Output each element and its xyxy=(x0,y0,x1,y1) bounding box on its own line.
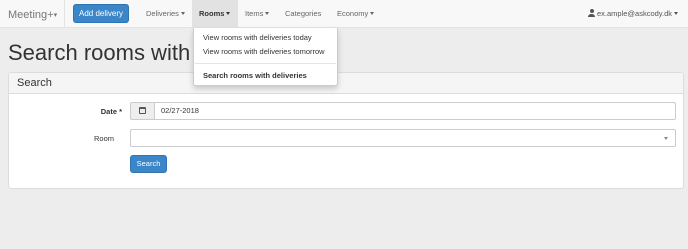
chevron-down-icon xyxy=(664,137,668,140)
nav-items[interactable]: Items xyxy=(240,0,274,28)
add-delivery-button[interactable]: Add delivery xyxy=(73,4,129,23)
panel-heading: Search xyxy=(9,73,683,94)
nav-categories[interactable]: Categories xyxy=(280,0,326,28)
nav-economy-label: Economy xyxy=(337,9,369,18)
date-input-group[interactable]: 02/27-2018 xyxy=(130,102,676,120)
room-select[interactable] xyxy=(130,129,676,147)
room-label: Room xyxy=(93,134,114,143)
menu-divider xyxy=(195,63,336,64)
brand-caret-icon: ▾ xyxy=(53,12,58,19)
search-button[interactable]: Search xyxy=(130,155,167,173)
brand-divider xyxy=(64,0,65,28)
nav-rooms-label: Rooms xyxy=(199,9,225,18)
nav-economy[interactable]: Economy xyxy=(332,0,379,28)
caret-down-icon xyxy=(674,12,679,15)
user-email: ex.ample@askcody.dk xyxy=(597,9,673,18)
user-menu[interactable]: ex.ample@askcody.dk xyxy=(588,0,679,28)
nav-deliveries[interactable]: Deliveries xyxy=(140,0,191,28)
date-input[interactable]: 02/27-2018 xyxy=(161,103,199,119)
menu-item-rooms-today[interactable]: View rooms with deliveries today xyxy=(203,33,312,42)
nav-items-label: Items xyxy=(245,9,264,18)
top-navbar: Meeting+▾ Add delivery Deliveries Rooms … xyxy=(0,0,688,28)
date-picker-button[interactable] xyxy=(131,103,155,119)
search-panel: Search Date * 02/27-2018 Room Search xyxy=(8,72,684,189)
menu-item-rooms-tomorrow[interactable]: View rooms with deliveries tomorrow xyxy=(203,47,325,56)
nav-categories-label: Categories xyxy=(285,9,322,18)
nav-rooms[interactable]: Rooms xyxy=(192,0,238,28)
menu-item-search-rooms[interactable]: Search rooms with deliveries xyxy=(203,71,307,80)
caret-down-icon xyxy=(370,12,375,15)
date-label: Date * xyxy=(100,107,122,116)
caret-down-icon xyxy=(265,12,270,15)
calendar-icon xyxy=(139,107,146,114)
caret-down-icon xyxy=(226,12,231,15)
caret-down-icon xyxy=(180,12,185,15)
brand-label: Meeting+ xyxy=(8,9,54,21)
rooms-dropdown-menu: View rooms with deliveries today View ro… xyxy=(193,28,338,86)
nav-deliveries-label: Deliveries xyxy=(146,9,179,18)
brand-menu[interactable]: Meeting+▾ xyxy=(8,8,57,22)
user-icon xyxy=(588,9,595,17)
